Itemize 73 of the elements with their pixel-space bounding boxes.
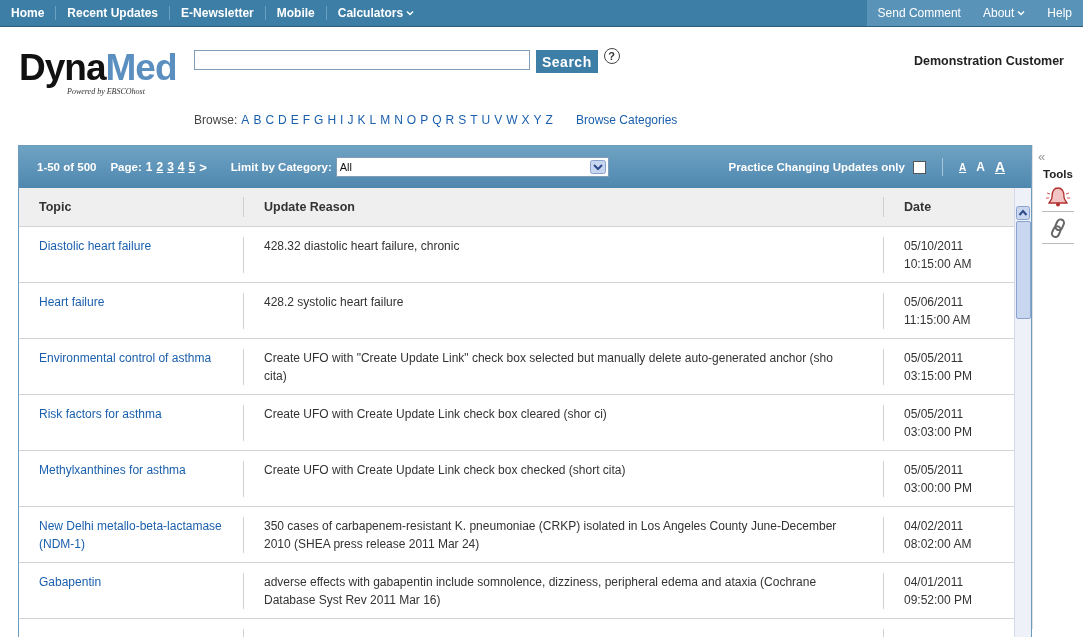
letter-link[interactable]: X: [521, 113, 530, 127]
letter-link[interactable]: Q: [432, 113, 442, 127]
update-date: 05/05/2011 03:00:00 PM: [904, 463, 973, 495]
update-date: 05/10/2011 10:15:00 AM: [904, 239, 972, 271]
letter-link[interactable]: O: [406, 113, 417, 127]
letter-link[interactable]: K: [357, 113, 366, 127]
letter-link[interactable]: D: [278, 113, 287, 127]
scrollbar[interactable]: [1014, 188, 1031, 637]
tools-title: Tools: [1043, 168, 1073, 180]
letter-link[interactable]: C: [265, 113, 275, 127]
logo[interactable]: DynaMed Powered by EBSCOhost: [19, 49, 189, 99]
letter-link[interactable]: T: [470, 113, 478, 127]
nav-link[interactable]: Recent Updates: [56, 6, 171, 20]
letter-link[interactable]: I: [340, 113, 344, 127]
nav-link[interactable]: Calculators: [326, 6, 426, 20]
letter-link[interactable]: R: [445, 113, 455, 127]
update-reason: adverse effects with gabapentin include somnolence, dizziness, peripheral edema and ataxia (Cochrane Database Syst Rev 2011 Mar 16): [264, 575, 817, 607]
update-reason: 350 cases of carbapenem-resistant K. pneumoniae (CRKP) isolated in Los Angeles County June-December 2010 (SHEA press release 2011 Mar 24): [264, 519, 837, 551]
column-header[interactable]: Update Reason: [264, 200, 355, 214]
update-date: 04/01/2011 09:52:00 PM: [904, 575, 973, 607]
nav-link[interactable]: Home: [0, 6, 57, 20]
category-label: Limit by Category:: [230, 161, 332, 173]
update-reason: Create UFO with "Create Update Link" check box selected but manually delete auto-generated anchor (sho cita): [264, 351, 833, 383]
letter-link[interactable]: Z: [545, 113, 553, 127]
update-reason: 428.32 diastolic heart failure, chronic: [264, 239, 460, 253]
topic-link[interactable]: Methylxanthines for asthma: [39, 461, 235, 479]
topic-link[interactable]: Gabapentin: [39, 573, 235, 591]
update-date: 05/05/2011 03:03:00 PM: [904, 407, 973, 439]
letter-link[interactable]: B: [253, 113, 262, 127]
letter-link[interactable]: W: [506, 113, 518, 127]
letter-link[interactable]: V: [494, 113, 503, 127]
link-icon[interactable]: [1048, 217, 1068, 239]
letter-link[interactable]: A: [241, 113, 250, 127]
topic-link[interactable]: Risk factors for asthma: [39, 405, 235, 423]
browse-categories-link[interactable]: Browse Categories: [575, 113, 678, 127]
letter-link[interactable]: M: [380, 113, 391, 127]
nav-link[interactable]: Mobile: [265, 6, 327, 20]
letter-link[interactable]: S: [458, 113, 467, 127]
topic-link[interactable]: Diastolic heart failure: [39, 237, 235, 255]
column-header[interactable]: Topic: [39, 200, 72, 214]
scroll-up-icon[interactable]: [1016, 206, 1030, 220]
letter-link[interactable]: F: [302, 113, 311, 127]
browse-label: Browse:: [194, 113, 238, 127]
search-field[interactable]: [194, 50, 530, 70]
letter-link[interactable]: Y: [533, 113, 542, 127]
topic-link[interactable]: New Delhi metallo-beta-lactamase (NDM-1): [39, 517, 235, 553]
page-label: Page:: [110, 161, 142, 173]
letter-link[interactable]: J: [347, 113, 354, 127]
topic-link[interactable]: Environmental control of asthma: [39, 349, 235, 367]
update-reason: Create UFO with Create Update Link check box checked (short cita): [264, 463, 626, 477]
topic-link[interactable]: Heart failure: [39, 293, 235, 311]
column-header[interactable]: Date: [904, 200, 932, 214]
scrollbar-thumb[interactable]: [1015, 221, 1031, 319]
nav-link[interactable]: E-Newsletter: [170, 6, 266, 20]
update-date: 05/05/2011 03:15:00 PM: [904, 351, 973, 383]
letter-link[interactable]: P: [420, 113, 429, 127]
bell-icon[interactable]: [1045, 185, 1071, 207]
customer-name: Demonstration Customer: [913, 54, 1064, 68]
category-dropdown[interactable]: All: [335, 157, 609, 177]
practice-changing-label: Practice Changing Updates only: [728, 161, 905, 173]
letter-link[interactable]: E: [290, 113, 299, 127]
search-button[interactable]: Search: [536, 50, 598, 73]
letter-link[interactable]: L: [369, 113, 377, 127]
letter-link[interactable]: G: [314, 113, 324, 127]
update-reason: 428.2 systolic heart failure: [264, 295, 404, 309]
letter-link[interactable]: N: [394, 113, 403, 127]
update-reason: Create UFO with Create Update Link check box cleared (shor ci): [264, 407, 607, 421]
letter-link[interactable]: U: [481, 113, 491, 127]
result-range: 1-50 of 500: [37, 161, 97, 173]
letter-link[interactable]: H: [327, 113, 337, 127]
checkbox[interactable]: [912, 160, 926, 174]
update-date: 05/06/2011 11:15:00 AM: [904, 295, 971, 327]
update-date: 04/02/2011 08:02:00 AM: [904, 519, 972, 551]
